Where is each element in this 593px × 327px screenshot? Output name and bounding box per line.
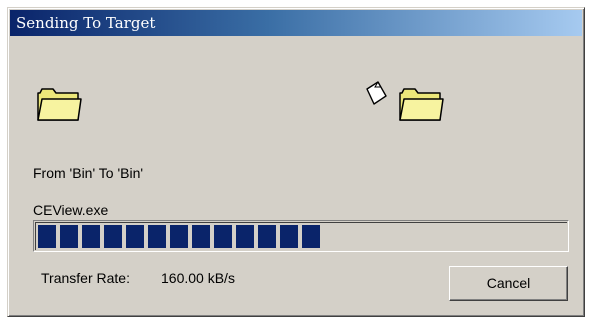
title-bar[interactable]: Sending To Target bbox=[10, 10, 582, 36]
progress-block bbox=[236, 225, 254, 248]
target-folder-icon bbox=[399, 88, 444, 121]
cancel-button[interactable]: Cancel bbox=[449, 266, 568, 301]
source-folder-icon bbox=[37, 88, 82, 121]
progress-bar bbox=[33, 220, 569, 252]
progress-block bbox=[104, 225, 122, 248]
progress-block bbox=[148, 225, 166, 248]
transfer-rate-label: Transfer Rate: bbox=[41, 270, 130, 286]
progress-block bbox=[60, 225, 78, 248]
progress-block bbox=[126, 225, 144, 248]
sending-dialog: Sending To Target From 'Bin' To 'Bin' CE… bbox=[7, 7, 585, 317]
progress-track bbox=[35, 222, 567, 250]
progress-fill bbox=[38, 225, 320, 248]
progress-block bbox=[38, 225, 56, 248]
progress-block bbox=[192, 225, 210, 248]
progress-block bbox=[302, 225, 320, 248]
progress-block bbox=[280, 225, 298, 248]
dialog-title: Sending To Target bbox=[16, 14, 156, 32]
progress-block bbox=[170, 225, 188, 248]
progress-block bbox=[214, 225, 232, 248]
from-to-text: From 'Bin' To 'Bin' bbox=[33, 165, 144, 181]
progress-block bbox=[258, 225, 276, 248]
transfer-rate-value: 160.00 kB/s bbox=[161, 270, 235, 286]
progress-block bbox=[82, 225, 100, 248]
flying-document-icon bbox=[366, 81, 387, 105]
filename-text: CEView.exe bbox=[33, 202, 109, 218]
